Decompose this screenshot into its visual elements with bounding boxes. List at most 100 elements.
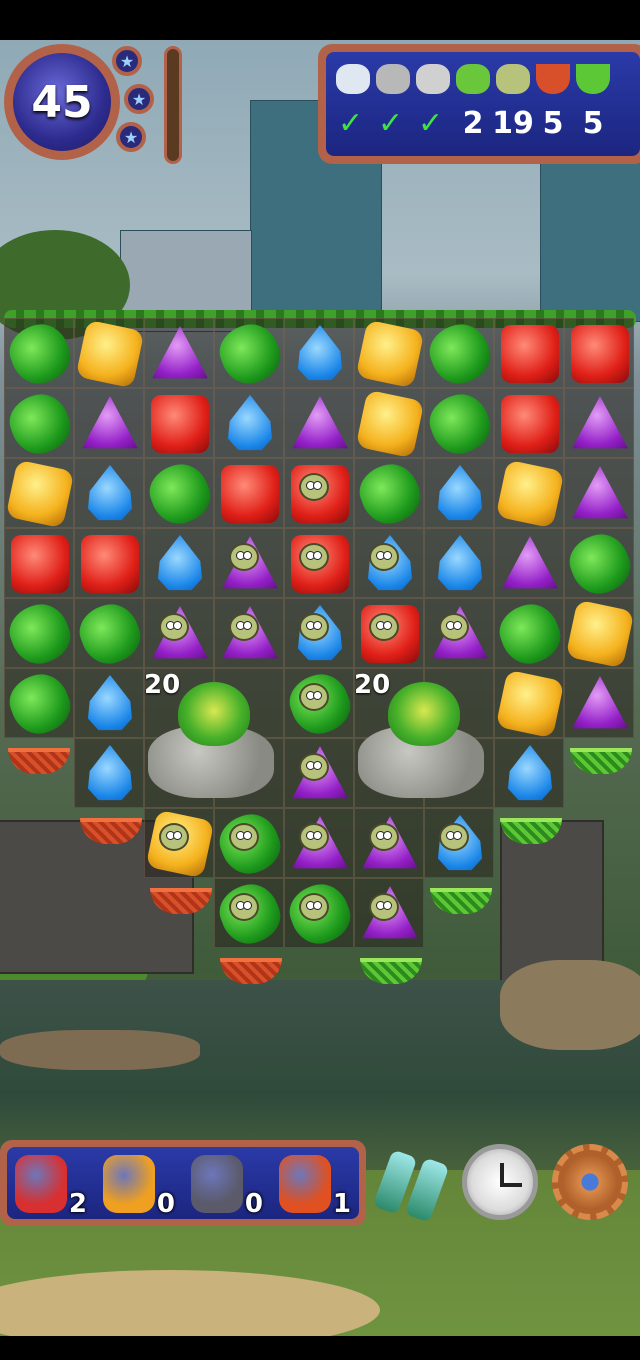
board-cell[interactable]	[564, 598, 635, 669]
board-cell[interactable]	[564, 668, 634, 738]
board-cell[interactable]	[494, 668, 565, 739]
yellow-gem	[565, 599, 635, 669]
green-gem	[492, 596, 568, 672]
background-path	[0, 1270, 380, 1336]
board-cell[interactable]	[354, 808, 424, 878]
booster-button[interactable]: 1	[275, 1149, 355, 1219]
board-cell[interactable]	[354, 878, 424, 948]
board-cell[interactable]	[2, 316, 78, 392]
goal-remaining-count: 5	[582, 106, 604, 141]
board-cell[interactable]	[2, 386, 78, 462]
booster-button[interactable]: 0	[187, 1149, 267, 1219]
board-cell[interactable]	[494, 738, 564, 808]
board-cell[interactable]	[494, 458, 565, 529]
board-cell[interactable]	[282, 666, 358, 742]
settings-button[interactable]	[548, 1142, 628, 1222]
board-cell[interactable]	[564, 458, 634, 528]
board-cell[interactable]	[2, 666, 78, 742]
board-cell[interactable]	[74, 738, 144, 808]
board-cell[interactable]	[74, 528, 144, 598]
board-cell[interactable]	[564, 318, 634, 388]
monster-icon	[369, 613, 399, 641]
check-icon: ✓	[338, 106, 364, 141]
frog-counter: 20	[144, 670, 181, 700]
board-cell[interactable]	[212, 316, 288, 392]
board-cell[interactable]	[564, 388, 634, 458]
board-cell[interactable]	[354, 388, 425, 459]
board-cell[interactable]	[144, 388, 214, 458]
green-gem	[72, 596, 148, 672]
board-cell[interactable]	[214, 388, 284, 458]
board-cell[interactable]	[214, 598, 284, 668]
board-cell[interactable]	[284, 808, 354, 878]
board-cell[interactable]	[282, 876, 358, 952]
monster-icon	[299, 683, 329, 711]
board-cell[interactable]	[284, 318, 354, 388]
green-gem	[562, 526, 638, 602]
board-cell[interactable]	[74, 458, 144, 528]
board-cell[interactable]	[144, 318, 214, 388]
board-cell[interactable]	[352, 456, 428, 532]
green-gem	[212, 316, 288, 392]
red-basket-icon	[536, 64, 570, 94]
board-cell[interactable]	[284, 738, 354, 808]
board-cell[interactable]	[424, 528, 494, 598]
booster-button[interactable]: 0	[99, 1149, 179, 1219]
board-cell[interactable]	[142, 456, 218, 532]
yellow-gem	[495, 669, 565, 739]
blue-gem	[437, 535, 483, 591]
frog-blocker[interactable]: 20	[144, 668, 284, 808]
board-cell[interactable]	[72, 596, 148, 672]
booster-button[interactable]: 2	[11, 1149, 91, 1219]
goal-item: 19	[492, 56, 534, 146]
monster-icon	[229, 613, 259, 641]
board-cell[interactable]	[74, 668, 144, 738]
board-cell[interactable]	[144, 528, 214, 598]
check-icon: ✓	[418, 106, 444, 141]
frog-blocker[interactable]: 20	[354, 668, 494, 808]
green-gem	[2, 596, 78, 672]
board-cell[interactable]	[354, 598, 424, 668]
monster-icon	[229, 893, 259, 921]
board-cell[interactable]	[354, 318, 425, 389]
board-cell[interactable]	[212, 806, 288, 882]
board-cell[interactable]	[494, 528, 564, 598]
board-cell[interactable]	[214, 458, 284, 528]
booster-count: 0	[156, 1189, 175, 1219]
board-cell[interactable]	[4, 458, 75, 529]
monster-icon	[369, 893, 399, 921]
goals-panel: ✓ ✓ ✓ 2 19 5 5	[318, 44, 640, 164]
monster-icon	[369, 543, 399, 571]
board-cell[interactable]	[494, 388, 564, 458]
board-cell[interactable]	[144, 808, 215, 879]
goal-item: 5	[534, 56, 572, 146]
board-cell[interactable]	[492, 596, 568, 672]
moves-progress-bar	[164, 46, 182, 164]
board-cell[interactable]	[2, 596, 78, 672]
goal-item: 2	[454, 56, 492, 146]
goal-item: 5	[574, 56, 612, 146]
board-cell[interactable]	[284, 458, 354, 528]
magnet-icon	[15, 1155, 67, 1213]
board-cell[interactable]	[284, 528, 354, 598]
board-cell[interactable]	[212, 876, 288, 952]
frog-icon	[388, 682, 460, 746]
board-cell[interactable]	[562, 526, 638, 602]
board-cell[interactable]	[424, 598, 494, 668]
board-cell[interactable]	[74, 388, 144, 458]
board-cell[interactable]	[284, 598, 354, 668]
binoculars-button[interactable]	[372, 1142, 454, 1223]
board-cell[interactable]	[214, 528, 284, 598]
board-cell[interactable]	[144, 598, 214, 668]
board-cell[interactable]	[354, 528, 424, 598]
board-cell[interactable]	[4, 528, 74, 598]
blue-gem	[437, 465, 483, 521]
board-cell[interactable]	[422, 316, 498, 392]
clock-button[interactable]	[460, 1142, 540, 1222]
board-cell[interactable]	[494, 318, 564, 388]
board-cell[interactable]	[74, 318, 145, 389]
board-cell[interactable]	[424, 808, 494, 878]
board-cell[interactable]	[284, 388, 354, 458]
board-cell[interactable]	[422, 386, 498, 462]
board-cell[interactable]	[424, 458, 494, 528]
